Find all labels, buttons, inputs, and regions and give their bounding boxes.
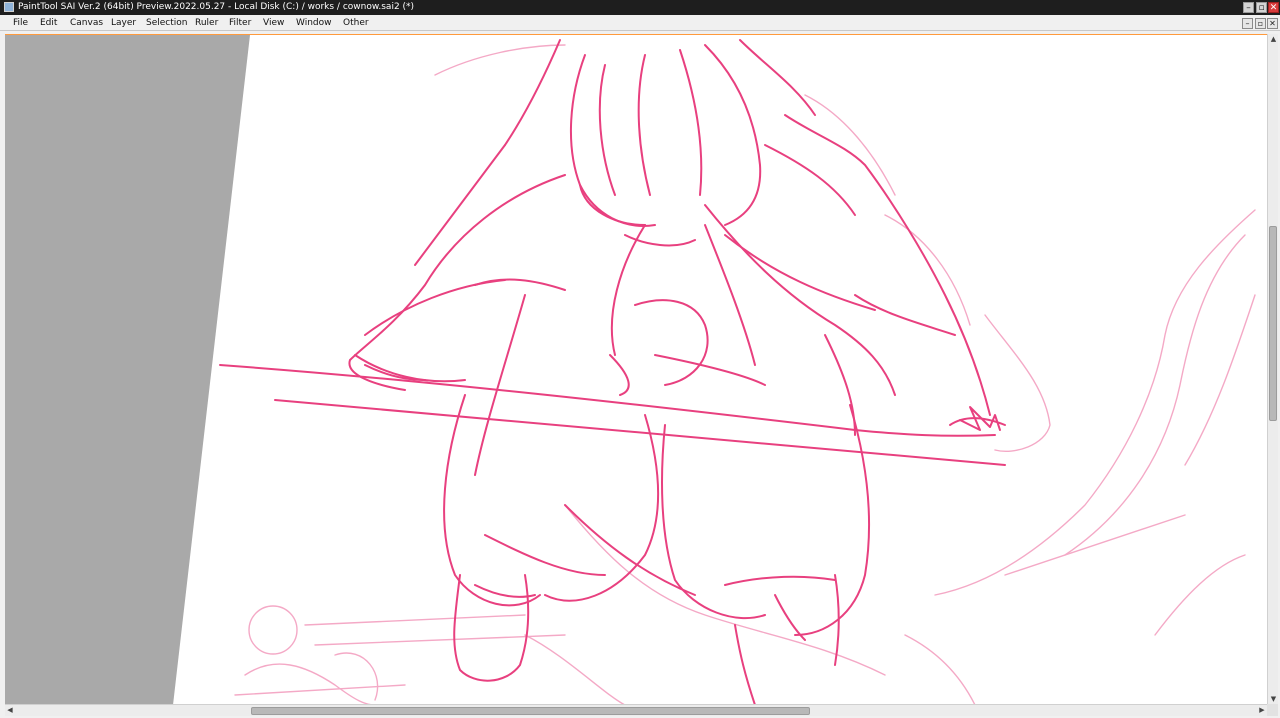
menu-window[interactable]: Window	[296, 15, 332, 31]
window-close-button[interactable]: ✕	[1268, 2, 1279, 13]
document-close-button[interactable]: ✕	[1267, 18, 1278, 29]
scroll-left-arrow-icon[interactable]: ◀	[5, 705, 15, 716]
window-maximize-button[interactable]: ▫	[1256, 2, 1267, 13]
horizontal-scroll-thumb[interactable]	[250, 707, 810, 715]
sketch-layer-main	[219, 39, 1006, 704]
vertical-scroll-thumb[interactable]	[1269, 226, 1277, 421]
menu-layer[interactable]: Layer	[111, 15, 136, 31]
title-bar: PaintTool SAI Ver.2 (64bit) Preview.2022…	[0, 0, 1280, 15]
menu-ruler[interactable]: Ruler	[195, 15, 218, 31]
scroll-down-arrow-icon[interactable]: ▼	[1268, 694, 1279, 704]
menu-edit[interactable]: Edit	[40, 15, 57, 31]
scrollbar-corner	[1267, 704, 1278, 716]
menu-filter[interactable]: Filter	[229, 15, 251, 31]
canvas-backdrop	[5, 35, 250, 704]
menu-file[interactable]: File	[13, 15, 28, 31]
canvas-viewport[interactable]	[5, 34, 1267, 704]
document-minimize-button[interactable]: –	[1242, 18, 1253, 29]
canvas-drawing[interactable]	[5, 35, 1267, 704]
vertical-scrollbar[interactable]: ▲ ▼	[1267, 34, 1278, 704]
menu-canvas[interactable]: Canvas	[70, 15, 103, 31]
horizontal-scrollbar[interactable]: ◀ ▶	[5, 704, 1267, 716]
menu-bar: File Edit Canvas Layer Selection Ruler F…	[0, 15, 1280, 31]
menu-other[interactable]: Other	[343, 15, 369, 31]
app-icon[interactable]	[4, 2, 14, 12]
window-title: PaintTool SAI Ver.2 (64bit) Preview.2022…	[18, 2, 415, 12]
menu-selection[interactable]: Selection	[146, 15, 187, 31]
scroll-up-arrow-icon[interactable]: ▲	[1268, 34, 1279, 44]
scroll-right-arrow-icon[interactable]: ▶	[1257, 705, 1267, 716]
menu-view[interactable]: View	[263, 15, 284, 31]
window-minimize-button[interactable]: –	[1243, 2, 1254, 13]
document-restore-button[interactable]: ▫	[1255, 18, 1266, 29]
